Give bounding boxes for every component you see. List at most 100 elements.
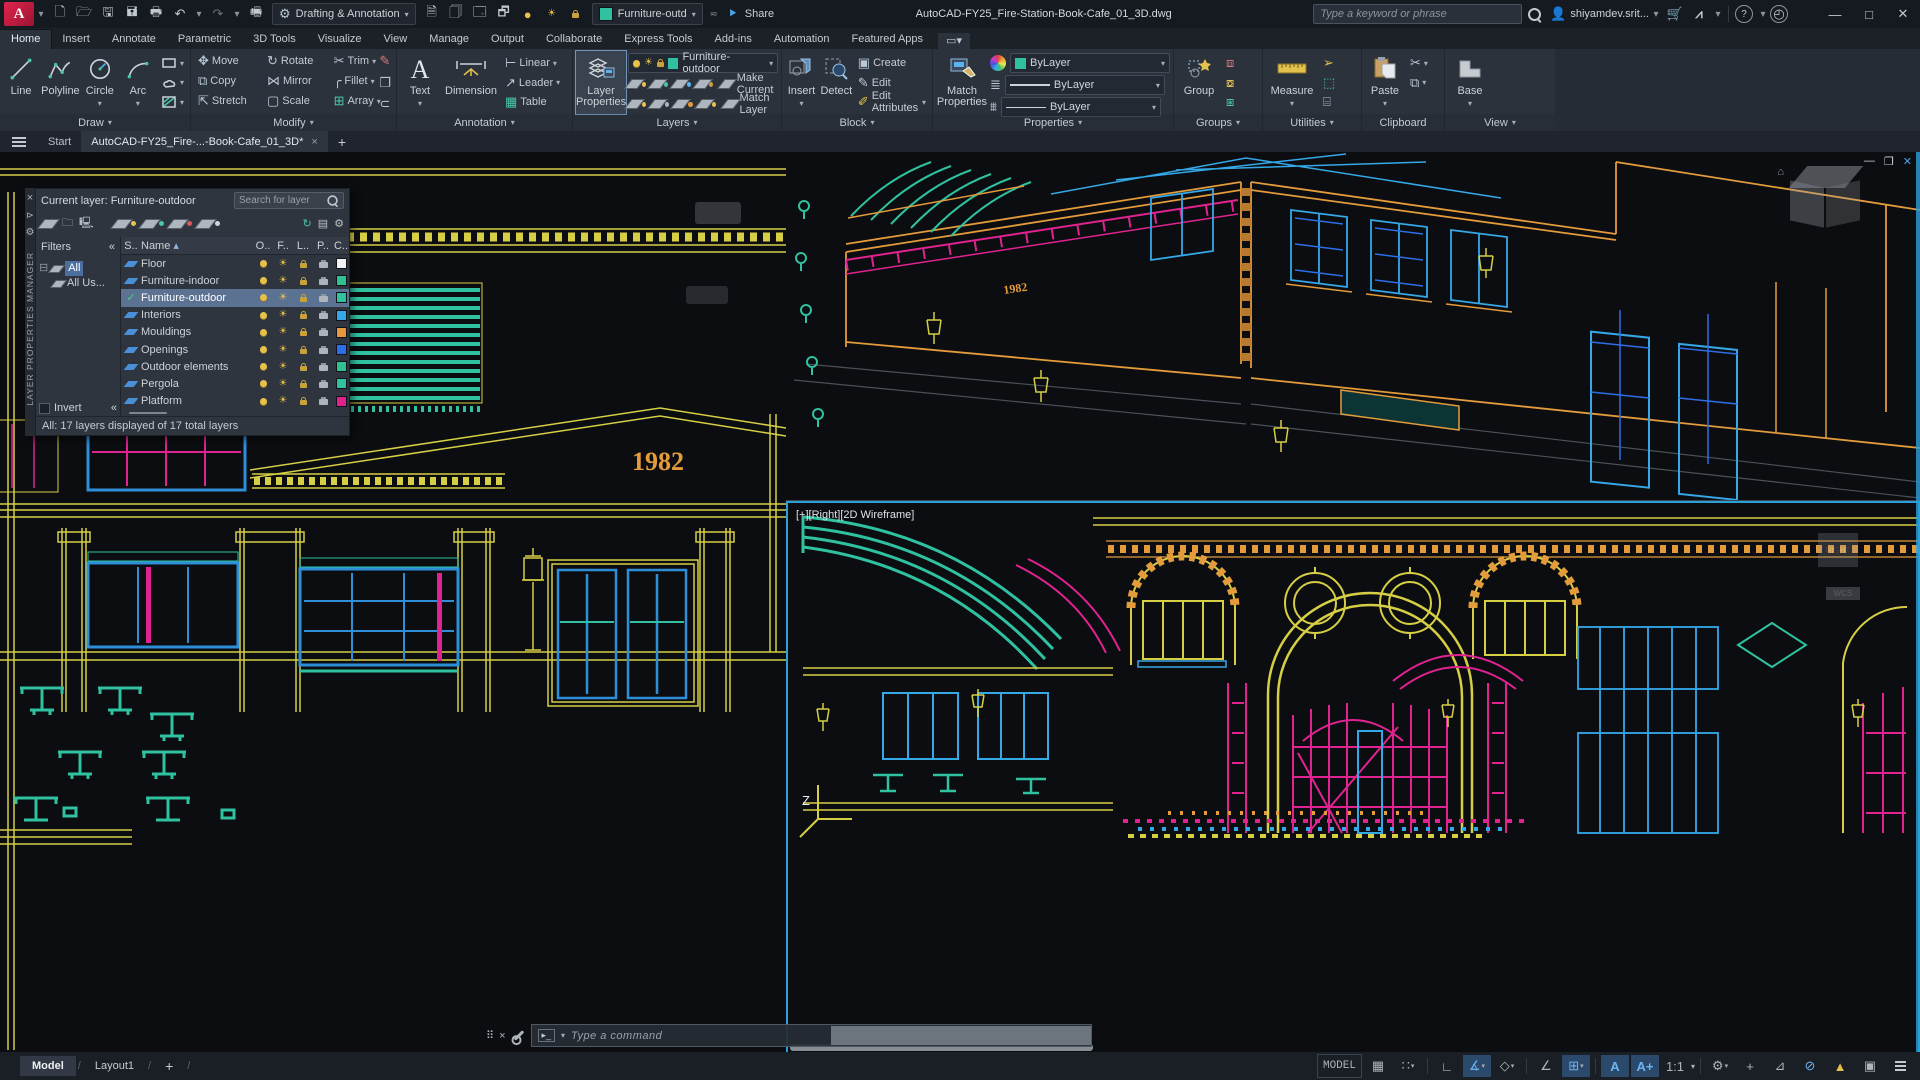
pin-palette-icon[interactable]: ⊳: [26, 210, 34, 221]
view-cube[interactable]: [1790, 166, 1862, 232]
search-input[interactable]: Type a keyword or phrase: [1313, 4, 1522, 24]
tab-3d-tools[interactable]: 3D Tools: [242, 30, 307, 49]
help-dropdown-icon[interactable]: ▾: [1756, 3, 1770, 25]
file-tab-document[interactable]: AutoCAD-FY25_Fire-...-Book-Cafe_01_3D* ×: [81, 131, 328, 152]
isodraft-toggle[interactable]: ◇▾: [1493, 1055, 1521, 1077]
tab-view[interactable]: View: [373, 30, 419, 49]
draw-panel-footer[interactable]: Draw▾: [0, 114, 190, 131]
customization-icon[interactable]: [1886, 1055, 1914, 1077]
layer-row-furniture-indoor[interactable]: Furniture-indoor ☀: [121, 272, 349, 289]
layer-search-input[interactable]: Search for layer: [234, 192, 344, 209]
tab-output[interactable]: Output: [480, 30, 535, 49]
workspace-selector[interactable]: ⚙ Drafting & Annotation ▾: [272, 3, 416, 25]
leader-button[interactable]: ↗Leader▾: [502, 74, 563, 92]
file-tab-menu-button[interactable]: [0, 131, 38, 152]
copy-clip-button[interactable]: ⧉▾: [1407, 74, 1431, 92]
tab-insert[interactable]: Insert: [51, 30, 101, 49]
isolate-objects-icon[interactable]: ⊘: [1796, 1055, 1824, 1077]
command-line[interactable]: ⠿ × ▸_ ▾ Type a command: [480, 1025, 1092, 1046]
customize-command-icon[interactable]: [513, 1030, 524, 1041]
app-store-cart-icon[interactable]: 🛒: [1663, 3, 1687, 25]
tab-collaborate[interactable]: Collaborate: [535, 30, 613, 49]
user-name[interactable]: shiyamdev.srit...: [1570, 8, 1649, 20]
tab-annotate[interactable]: Annotate: [101, 30, 167, 49]
viewport-controls-label[interactable]: [+][Right][2D Wireframe]: [796, 509, 914, 521]
stack-chevron-icon[interactable]: ≂: [707, 3, 721, 25]
viewport-right-elevation[interactable]: [+][Right][2D Wireframe]: [786, 501, 1920, 1054]
mirror-button[interactable]: ⋈Mirror: [264, 72, 325, 90]
snap-toggle[interactable]: ∷▾: [1394, 1055, 1422, 1077]
utilities-panel-footer[interactable]: Utilities▾: [1263, 114, 1361, 131]
autodesk-dropdown-icon[interactable]: ▾: [1711, 3, 1725, 25]
polar-tracking-toggle[interactable]: ∡▾: [1463, 1055, 1491, 1077]
command-dropdown-icon[interactable]: ▾: [561, 1031, 565, 1040]
file-tab-start[interactable]: Start: [38, 131, 81, 152]
polyline-button[interactable]: Polyline: [41, 51, 80, 114]
offset-button[interactable]: ⊂: [376, 95, 394, 113]
edit-attributes-button[interactable]: ✐Edit Attributes▾: [855, 93, 929, 111]
tab-add-ins[interactable]: Add-ins: [704, 30, 763, 49]
autodesk-icon[interactable]: ⩘: [1687, 3, 1711, 25]
rotate-button[interactable]: ↻Rotate: [264, 52, 325, 70]
group-edit-button[interactable]: ⧇: [1223, 74, 1237, 92]
plot-icon[interactable]: 🖶: [144, 3, 168, 25]
hatch-button[interactable]: ▾: [158, 93, 187, 111]
select-window-button[interactable]: ⬚: [1320, 74, 1338, 92]
circle-button[interactable]: Circle▾: [82, 51, 118, 114]
maximize-button[interactable]: □: [1852, 1, 1886, 27]
linear-dimension-button[interactable]: ⊢Linear▾: [502, 54, 563, 72]
stretch-button[interactable]: ⇱Stretch: [195, 92, 258, 110]
command-input[interactable]: Type a command: [571, 1030, 662, 1042]
search-icon[interactable]: [1522, 3, 1546, 25]
edit-block-button[interactable]: ✎Edit: [855, 74, 929, 92]
lineweight-dropdown[interactable]: ByLayer▾: [1005, 75, 1165, 95]
object-color-dropdown[interactable]: ByLayer▾: [1010, 53, 1170, 73]
new-file-icon[interactable]: 🗋: [48, 3, 72, 25]
measure-button[interactable]: Measure▾: [1266, 51, 1318, 114]
minimize-button[interactable]: —: [1818, 1, 1852, 27]
redo-icon[interactable]: ↷: [206, 3, 230, 25]
layer-row-platform[interactable]: Platform ☀: [121, 393, 349, 410]
match-properties-button[interactable]: Match Properties: [936, 51, 988, 114]
filter-tree-all[interactable]: ⊟ All: [39, 261, 117, 276]
group-select-button[interactable]: ⧆: [1223, 93, 1237, 111]
quick-layer-dropdown[interactable]: Furniture-outd ▾: [592, 3, 703, 25]
paste-button[interactable]: Paste▾: [1365, 51, 1405, 114]
markup-view-icon[interactable]: 🗍: [444, 3, 468, 25]
detect-button[interactable]: Detect: [820, 51, 853, 114]
layout1-tab[interactable]: Layout1: [83, 1056, 146, 1076]
layer-grid-header[interactable]: S.. Name ▴ O.. F.. L.. P.. C..: [121, 237, 349, 255]
layer-row-interiors[interactable]: Interiors ☀: [121, 307, 349, 324]
viewport-3d-iso[interactable]: 1982 — ❐ ✕: [786, 152, 1920, 501]
user-dropdown-icon[interactable]: ▾: [1649, 3, 1663, 25]
layers-panel-footer[interactable]: Layers▾: [573, 114, 781, 131]
properties-panel-footer[interactable]: Properties▾: [933, 114, 1173, 131]
tab-express-tools[interactable]: Express Tools: [613, 30, 703, 49]
wcs-dropdown[interactable]: WCS: [1826, 587, 1860, 600]
palette-gear-icon[interactable]: ▤: [318, 217, 328, 230]
sheet-set-icon[interactable]: 🗔: [468, 3, 492, 25]
filter-tree-all-used[interactable]: All Us...: [39, 276, 117, 291]
table-button[interactable]: ▦Table: [502, 93, 563, 111]
graphics-performance-icon[interactable]: ▲: [1826, 1055, 1854, 1077]
batch-plot-icon[interactable]: 🖷: [244, 3, 268, 25]
quick-select-button[interactable]: ➢: [1320, 54, 1338, 72]
new-layout-button[interactable]: +: [153, 1054, 185, 1078]
new-group-filter-icon[interactable]: 🗀: [62, 214, 73, 233]
layer-row-openings[interactable]: Openings ☀: [121, 341, 349, 358]
dimension-button[interactable]: Dimension: [442, 51, 500, 114]
share-button[interactable]: Share: [745, 8, 774, 20]
insert-block-button[interactable]: Insert▾: [785, 51, 818, 114]
close-tab-icon[interactable]: ×: [311, 136, 317, 148]
new-frozen-layer-icon[interactable]: [138, 219, 161, 229]
units-icon[interactable]: ⊿: [1766, 1055, 1794, 1077]
close-palette-icon[interactable]: ×: [27, 192, 33, 204]
text-button[interactable]: A Text▾: [400, 51, 440, 114]
object-snap-toggle[interactable]: ⊞▾: [1562, 1055, 1590, 1077]
rectangle-tool-button[interactable]: ▾: [158, 54, 187, 72]
osnap-tracking-toggle[interactable]: ∠: [1532, 1055, 1560, 1077]
close-button[interactable]: ✕: [1886, 1, 1920, 27]
create-block-button[interactable]: ▣Create: [855, 54, 929, 72]
modify-panel-footer[interactable]: Modify▾: [191, 114, 396, 131]
copy-button[interactable]: ⧉Copy: [195, 72, 258, 90]
